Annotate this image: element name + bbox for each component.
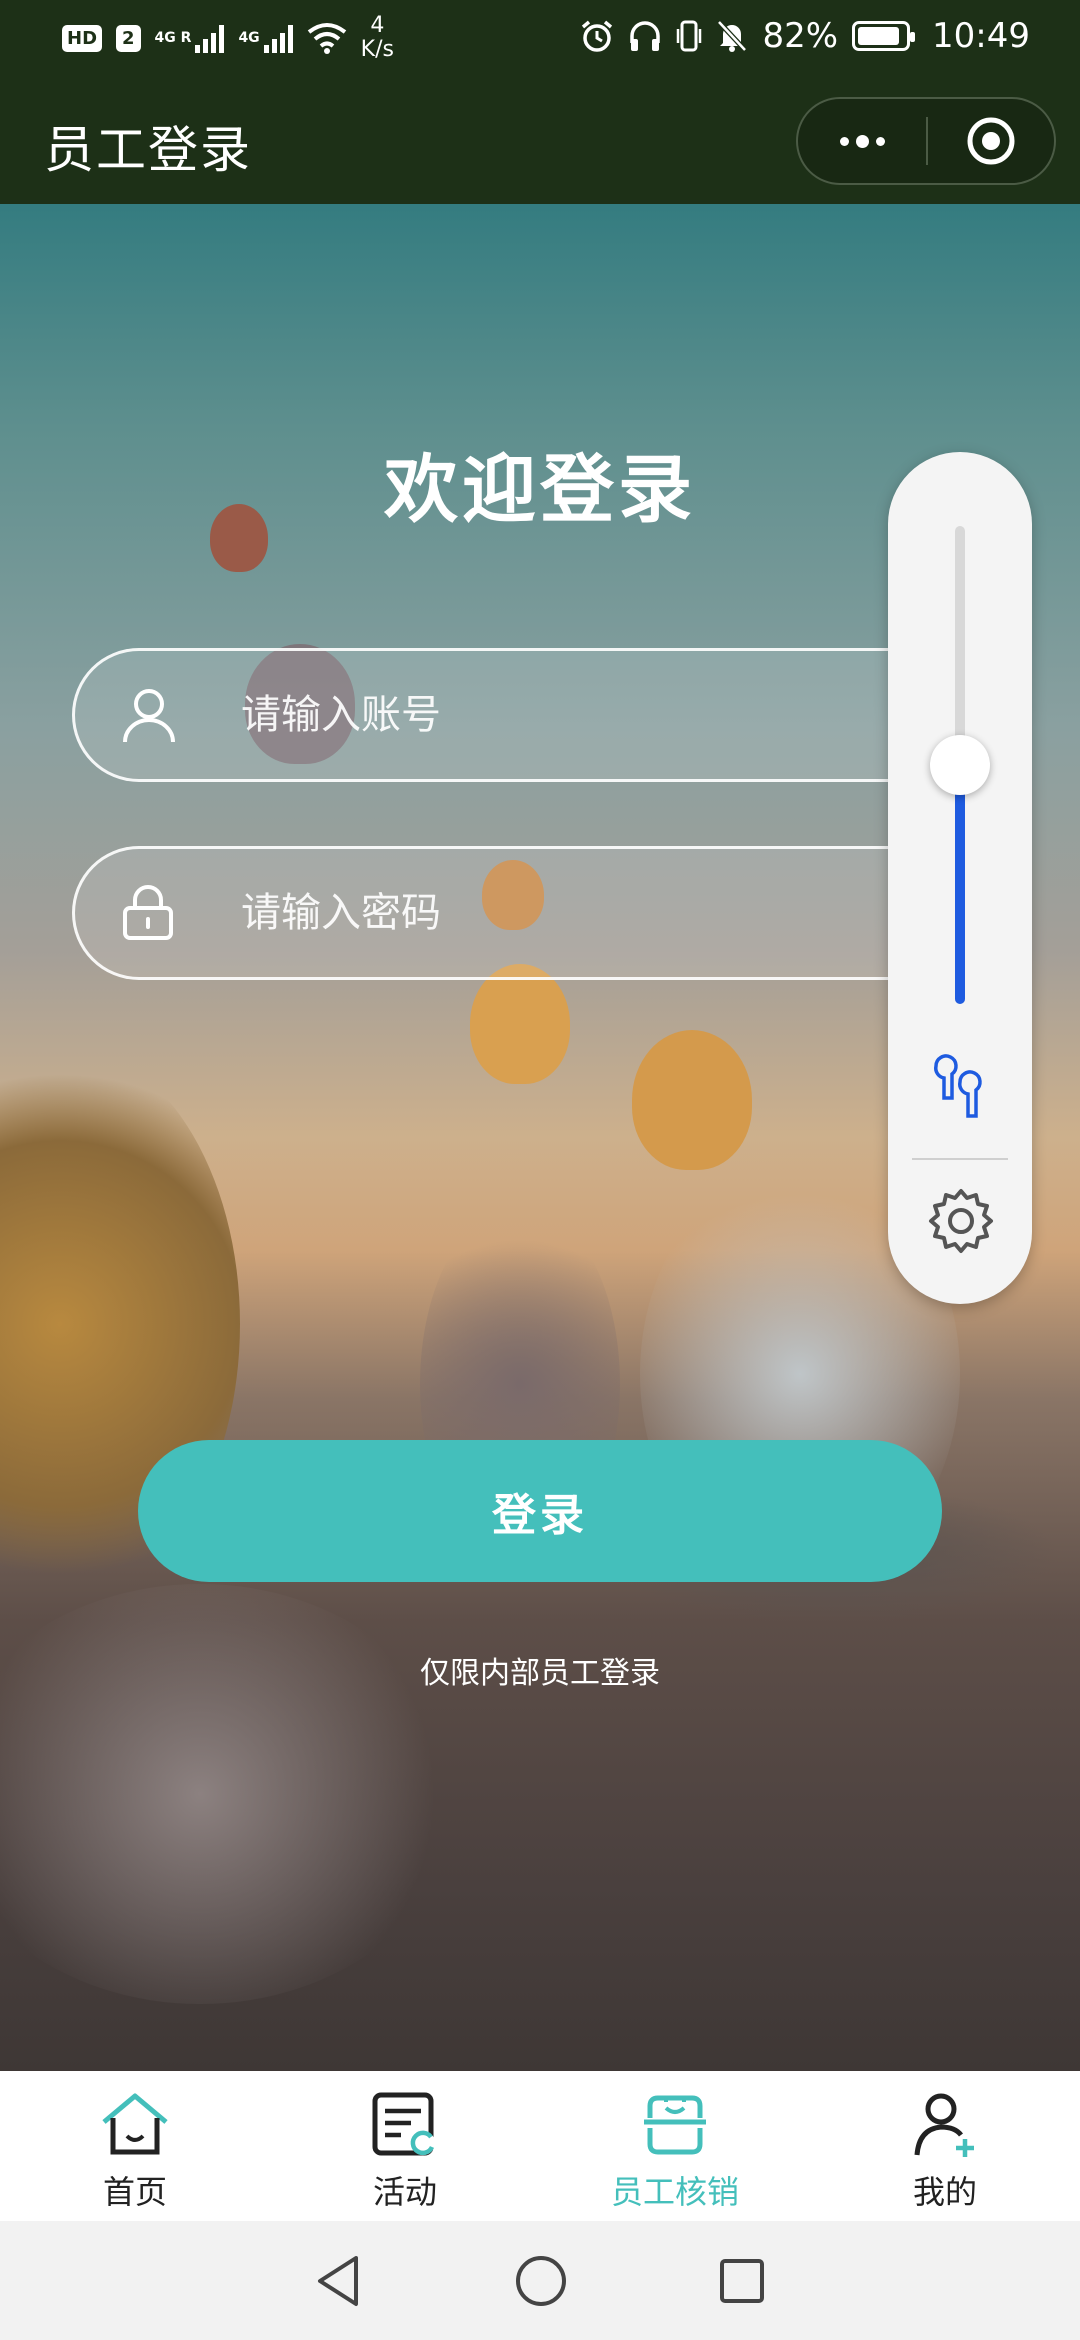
balloon-sun-2 — [632, 1030, 752, 1170]
password-input[interactable] — [241, 890, 841, 936]
tab-staff-verify[interactable]: 员工核销 — [540, 2071, 810, 2221]
mini-program-capsule — [796, 97, 1056, 185]
wifi-icon — [307, 23, 346, 54]
vibrate-icon — [677, 20, 702, 52]
more-button[interactable] — [798, 99, 926, 183]
close-mini-program-button[interactable] — [928, 99, 1054, 183]
signal-icon-2 — [263, 23, 293, 53]
signal-icon — [195, 23, 225, 53]
bottom-tab-bar: 首页 活动 员工核销 我的 — [0, 2071, 1080, 2221]
hd-badge: HD — [62, 24, 103, 52]
system-nav-bar — [0, 2221, 1080, 2340]
tab-label: 活动 — [372, 2173, 437, 2211]
login-button[interactable]: 登录 — [138, 1440, 942, 1582]
home-icon — [102, 2093, 168, 2155]
headphones-icon — [630, 21, 661, 51]
profile-add-icon — [914, 2093, 974, 2157]
balloon-sun-1 — [470, 964, 570, 1084]
password-field[interactable] — [72, 846, 1006, 980]
user-icon — [123, 689, 175, 743]
cushion — [0, 1584, 460, 2004]
alarm-icon — [582, 20, 613, 52]
network-label-1: 4G R — [154, 30, 192, 46]
battery-percent: 82% — [762, 16, 839, 56]
tab-profile[interactable]: 我的 — [810, 2071, 1080, 2221]
volume-panel — [888, 452, 1032, 1304]
status-bar: HD 2 4G R 4G 4 K/s 82% 10:49 — [0, 0, 1080, 76]
tab-home[interactable]: 首页 — [0, 2071, 270, 2221]
tab-label: 我的 — [912, 2173, 977, 2211]
network-label-2: 4G — [238, 30, 260, 46]
more-dot-icon — [839, 136, 849, 146]
recents-icon[interactable] — [718, 2257, 766, 2305]
internal-only-note: 仅限内部员工登录 — [420, 1656, 660, 1691]
tab-activity[interactable]: 活动 — [270, 2071, 540, 2221]
account-input[interactable] — [241, 692, 841, 738]
volume-slider-knob[interactable] — [930, 735, 990, 795]
activity-icon — [372, 2092, 435, 2156]
tab-label: 员工核销 — [610, 2173, 739, 2211]
home-circle-icon[interactable] — [514, 2254, 568, 2308]
net-speed: 4 K/s — [360, 13, 394, 62]
page-title: 员工登录 — [44, 121, 252, 179]
clock: 10:49 — [932, 16, 1030, 56]
volume-fill — [955, 765, 965, 1004]
mute-bell-icon — [717, 20, 748, 52]
staff-verify-icon — [644, 2095, 706, 2155]
tab-label: 首页 — [102, 2173, 167, 2211]
account-field[interactable] — [72, 648, 1006, 782]
target-icon — [967, 117, 1015, 165]
settings-gear-icon[interactable] — [926, 1186, 996, 1256]
top-bar: HD 2 4G R 4G 4 K/s 82% 10:49 员工登录 — [0, 0, 1080, 204]
more-dot-icon — [855, 134, 869, 148]
sim-badge: 2 — [116, 24, 141, 52]
back-icon[interactable] — [314, 2254, 364, 2308]
earbuds-icon[interactable] — [926, 1052, 996, 1122]
more-dot-icon — [875, 136, 885, 146]
battery-icon — [852, 21, 916, 51]
volume-panel-divider — [912, 1158, 1008, 1160]
lock-icon — [123, 885, 173, 940]
